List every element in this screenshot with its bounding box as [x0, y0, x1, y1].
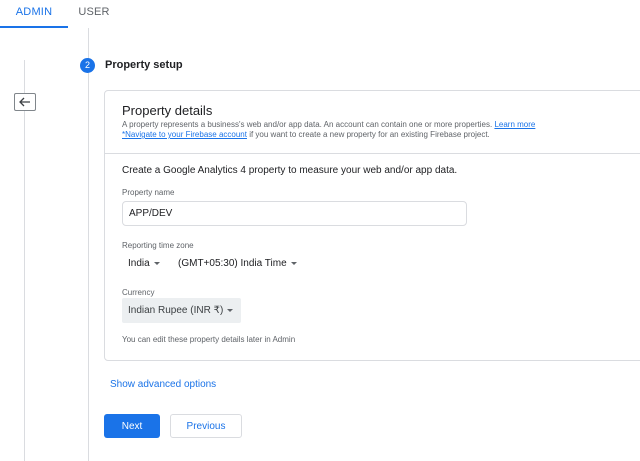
property-name-label: Property name	[122, 188, 175, 197]
timezone-dropdown[interactable]: (GMT+05:30) India Time	[178, 258, 297, 269]
country-dropdown[interactable]: India	[128, 258, 160, 269]
currency-value: Indian Rupee (INR ₹)	[128, 305, 224, 316]
step-number-badge: 2	[80, 58, 95, 73]
caret-down-icon	[227, 308, 234, 312]
timezone-label: Reporting time zone	[122, 241, 194, 250]
create-property-text: Create a Google Analytics 4 property to …	[122, 165, 458, 176]
learn-more-link[interactable]: Learn more	[494, 120, 535, 129]
tab-admin[interactable]: ADMIN	[0, 0, 68, 28]
timezone-value: (GMT+05:30) India Time	[178, 258, 287, 269]
step-title: Property setup	[105, 59, 183, 71]
property-details-card: Property details A property represents a…	[104, 90, 640, 361]
back-button[interactable]	[14, 93, 36, 111]
previous-button[interactable]: Previous	[170, 414, 242, 438]
card-description-text: A property represents a business's web a…	[122, 120, 493, 129]
currency-label: Currency	[122, 288, 155, 297]
show-advanced-options-link[interactable]: Show advanced options	[110, 379, 216, 390]
firebase-link[interactable]: *Navigate to your Firebase account	[122, 130, 247, 139]
left-panel	[0, 28, 88, 461]
property-name-input[interactable]: APP/DEV	[122, 201, 467, 226]
card-divider	[105, 153, 640, 154]
next-button[interactable]: Next	[104, 414, 160, 438]
top-tab-bar: ADMIN USER	[0, 0, 640, 28]
caret-down-icon	[290, 261, 297, 265]
card-description-2: *Navigate to your Firebase account if yo…	[122, 130, 490, 139]
arrow-left-icon	[19, 97, 30, 107]
left-divider	[24, 60, 25, 461]
edit-later-note: You can edit these property details late…	[122, 335, 296, 344]
card-description: A property represents a business's web a…	[122, 120, 535, 129]
caret-down-icon	[153, 261, 160, 265]
country-value: India	[128, 258, 150, 269]
card-title: Property details	[122, 103, 213, 118]
tab-user[interactable]: USER	[72, 0, 116, 28]
firebase-description-text: if you want to create a new property for…	[246, 130, 490, 139]
currency-dropdown[interactable]: Indian Rupee (INR ₹)	[122, 298, 241, 323]
